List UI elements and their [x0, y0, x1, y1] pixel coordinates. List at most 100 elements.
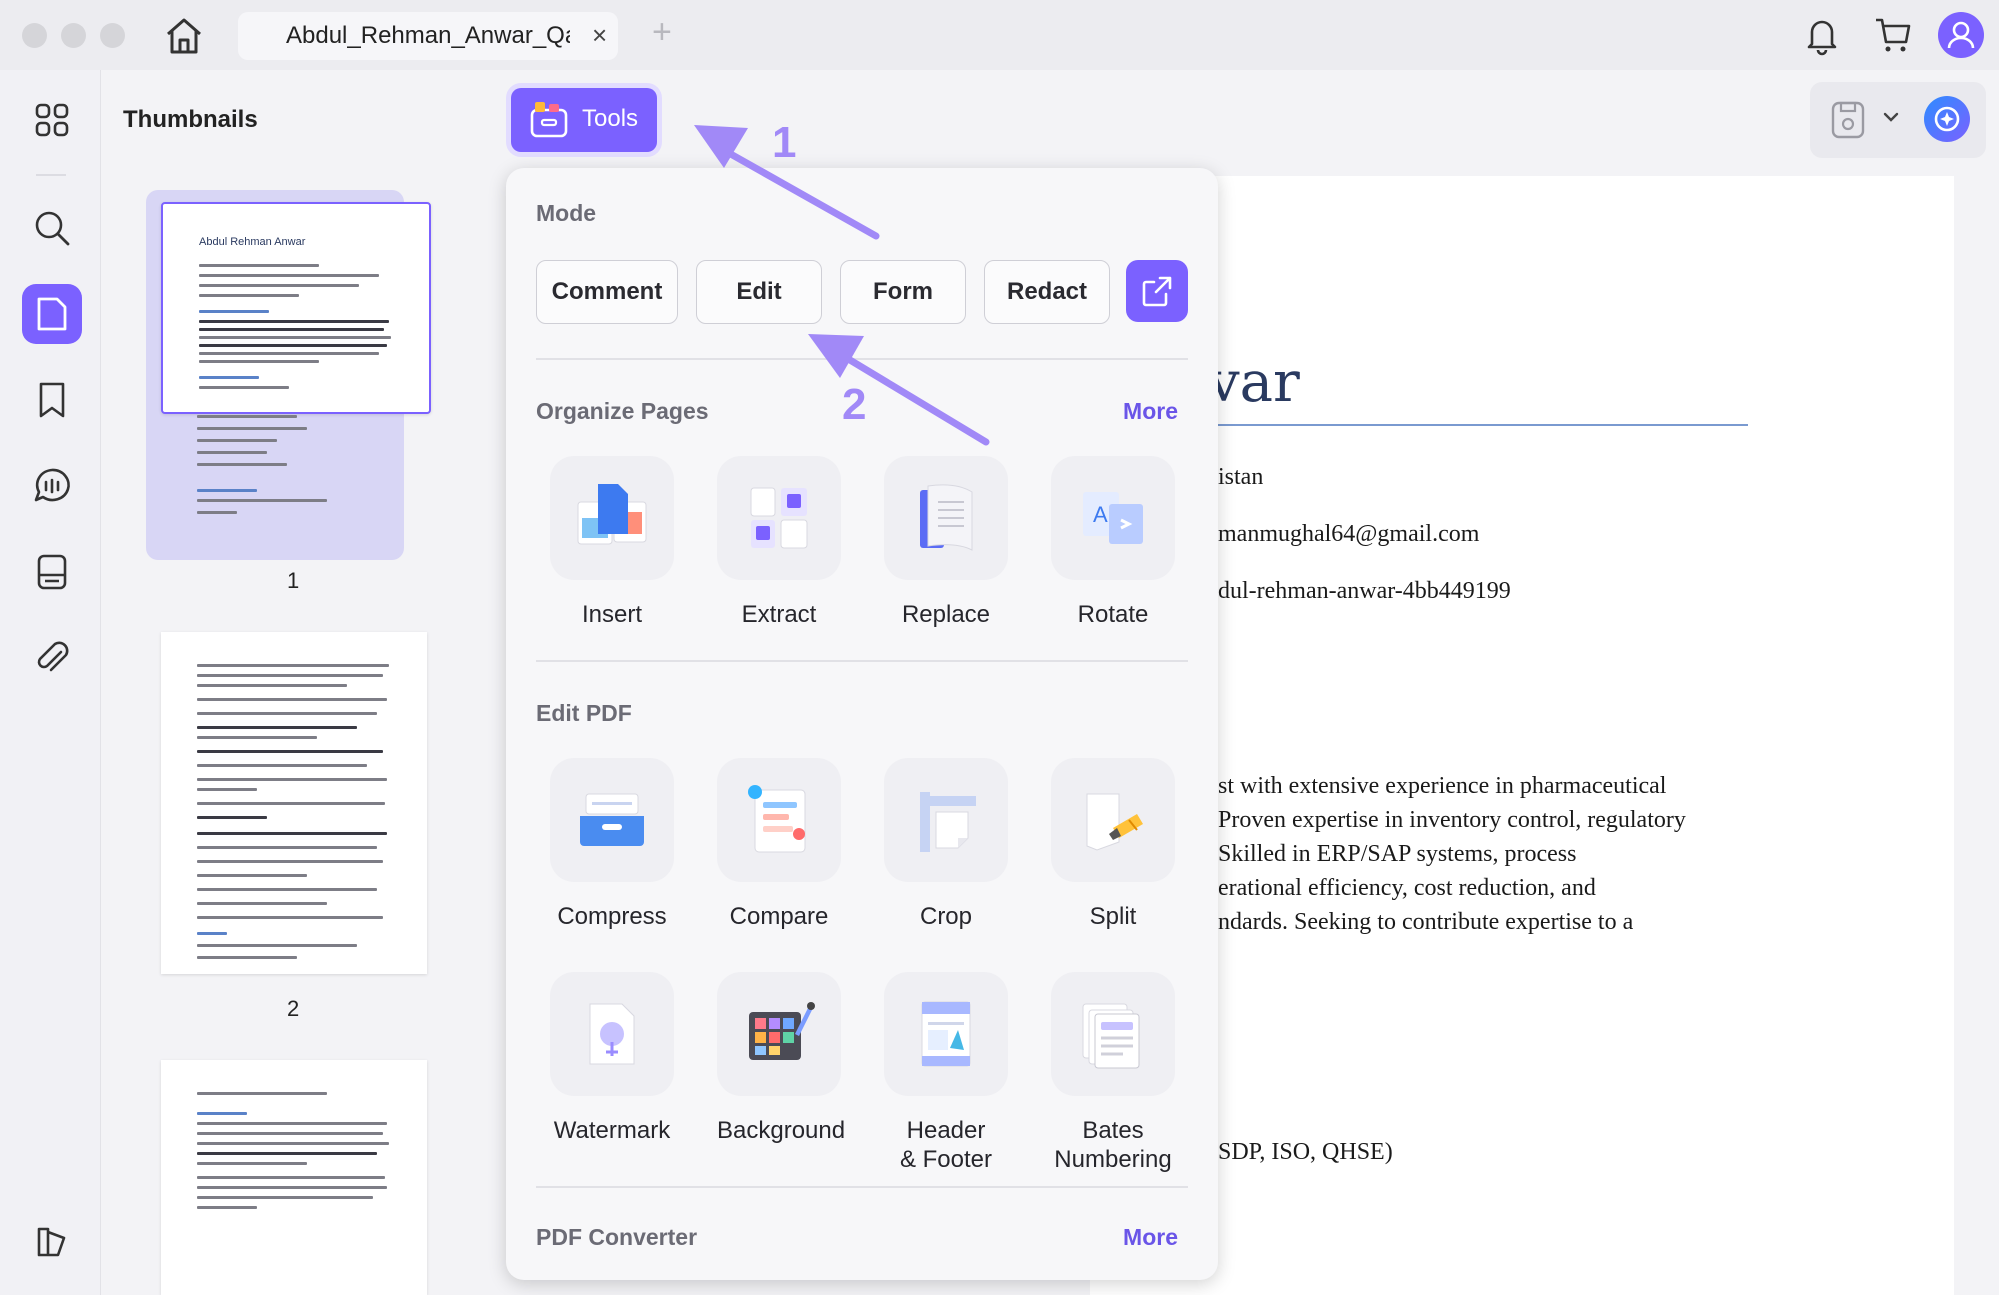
split-label: Split	[1089, 903, 1137, 930]
grid-view-icon[interactable]	[22, 90, 82, 150]
background-tool[interactable]: Background	[717, 972, 846, 1145]
rotate-page-icon: A	[1051, 456, 1175, 580]
stamp-icon[interactable]	[22, 542, 82, 602]
document-line: SDP, ISO, QHSE)	[1218, 1139, 1393, 1165]
thumbnail-page-number: 2	[287, 996, 300, 1021]
attachment-icon[interactable]	[22, 628, 82, 688]
zoom-window-button[interactable]	[100, 23, 125, 48]
watermark-label: Watermark	[553, 1117, 671, 1144]
thumbnails-title: Thumbnails	[123, 106, 258, 133]
thumbnail-page-2[interactable]	[161, 632, 427, 974]
section-divider	[536, 1186, 1188, 1188]
header-footer-tool[interactable]: Header & Footer	[884, 972, 1008, 1174]
converter-more-link[interactable]: More	[1123, 1224, 1178, 1251]
extract-label: Extract	[741, 601, 817, 628]
document-line: dul-rehman-anwar-4bb449199	[1218, 578, 1511, 604]
watermark-tool[interactable]: Watermark	[550, 972, 674, 1145]
tools-button[interactable]: Tools	[511, 88, 657, 152]
mode-section-title: Mode	[536, 200, 597, 226]
mode-form-button[interactable]: Form	[840, 260, 966, 324]
open-external-button[interactable]	[1126, 260, 1188, 322]
extract-page-icon	[717, 456, 841, 580]
save-icon[interactable]	[1830, 100, 1866, 145]
document-line: erational efficiency, cost reduction, an…	[1218, 875, 1596, 901]
left-icon-rail	[0, 70, 101, 1295]
rail-divider	[36, 174, 66, 176]
annotation-number-1: 1	[772, 118, 797, 167]
replace-page-icon	[884, 456, 1008, 580]
pdf-converter-title: PDF Converter	[536, 1224, 698, 1250]
crop-label: Crop	[919, 903, 973, 930]
section-divider	[536, 358, 1188, 360]
mode-edit-button[interactable]: Edit	[696, 260, 822, 324]
document-line: istan	[1218, 464, 1264, 490]
cart-icon[interactable]	[1872, 14, 1914, 61]
crop-icon	[884, 758, 1008, 882]
bates-numbering-icon	[1051, 972, 1175, 1096]
document-line: Skilled in ERP/SAP systems, process	[1218, 841, 1577, 867]
sidebar-toggle-icon[interactable]	[22, 1212, 82, 1272]
edit-pdf-title: Edit PDF	[536, 700, 632, 726]
thumbnail-page-1-name: Abdul Rehman Anwar	[199, 236, 306, 248]
document-line: st with extensive experience in pharmace…	[1218, 773, 1667, 799]
thumbnail-page-3[interactable]	[161, 1060, 427, 1295]
external-link-icon	[1142, 276, 1172, 307]
bookmark-icon[interactable]	[22, 370, 82, 430]
rotate-label: Rotate	[1077, 601, 1149, 628]
ai-assistant-icon[interactable]	[1924, 96, 1970, 142]
document-tab[interactable]: Abdul_Rehman_Anwar_Qa ×	[238, 12, 618, 60]
notification-bell-icon[interactable]	[1802, 14, 1842, 61]
close-window-button[interactable]	[22, 23, 47, 48]
crop-tool[interactable]: Crop	[884, 758, 1008, 931]
bates-numbering-tool[interactable]: Bates Numbering	[1051, 972, 1175, 1174]
tools-dropdown: Mode Comment Edit Form Redact Organize P…	[506, 168, 1218, 1280]
document-heading-rule	[1208, 424, 1748, 426]
user-avatar[interactable]	[1938, 12, 1984, 58]
search-icon[interactable]	[22, 198, 82, 258]
thumbnail-page-1-lower	[161, 415, 427, 545]
document-heading: var	[1208, 350, 1300, 415]
split-icon	[1051, 758, 1175, 882]
compress-icon	[550, 758, 674, 882]
replace-label: Replace	[901, 601, 991, 628]
document-tab-title: Abdul_Rehman_Anwar_Qa	[286, 22, 570, 49]
mode-comment-button[interactable]: Comment	[536, 260, 678, 324]
compare-icon	[717, 758, 841, 882]
document-line: Proven expertise in inventory control, r…	[1218, 807, 1686, 833]
insert-tool[interactable]: Insert	[550, 456, 674, 629]
thumbnail-page-1[interactable]: Abdul Rehman Anwar	[161, 202, 431, 414]
chevron-down-icon[interactable]	[1882, 110, 1900, 129]
compare-tool[interactable]: Compare	[717, 758, 841, 931]
svg-text:A: A	[1093, 502, 1108, 527]
organize-pages-title: Organize Pages	[536, 398, 709, 424]
extract-tool[interactable]: Extract	[717, 456, 841, 629]
comments-icon[interactable]	[22, 456, 82, 516]
toolbox-icon	[529, 100, 569, 145]
watermark-icon	[550, 972, 674, 1096]
new-tab-button[interactable]: +	[652, 14, 672, 50]
insert-page-icon	[550, 456, 674, 580]
bates-numbering-label: Bates Numbering	[1054, 1117, 1172, 1173]
rotate-tool[interactable]: A Rotate	[1051, 456, 1175, 629]
home-icon[interactable]	[160, 14, 208, 58]
compress-tool[interactable]: Compress	[550, 758, 674, 931]
replace-tool[interactable]: Replace	[884, 456, 1008, 629]
section-divider	[536, 660, 1188, 662]
compare-label: Compare	[729, 903, 829, 930]
header-footer-icon	[884, 972, 1008, 1096]
tools-button-label: Tools	[582, 105, 639, 132]
mode-redact-button[interactable]: Redact	[984, 260, 1110, 324]
thumbnail-page-number: 1	[287, 568, 300, 593]
document-page[interactable]	[1090, 176, 1954, 1295]
document-line: manmughal64@gmail.com	[1218, 521, 1480, 547]
right-toolbar	[1810, 82, 1986, 158]
document-line: ndards. Seeking to contribute expertise …	[1218, 909, 1634, 935]
tab-close-icon[interactable]: ×	[592, 21, 607, 49]
header-footer-label: Header & Footer	[899, 1117, 993, 1173]
title-bar: Abdul_Rehman_Anwar_Qa × +	[0, 0, 1999, 70]
background-label: Background	[717, 1117, 846, 1144]
organize-more-link[interactable]: More	[1123, 398, 1178, 425]
minimize-window-button[interactable]	[61, 23, 86, 48]
split-tool[interactable]: Split	[1051, 758, 1175, 931]
thumbnails-icon[interactable]	[22, 284, 82, 344]
